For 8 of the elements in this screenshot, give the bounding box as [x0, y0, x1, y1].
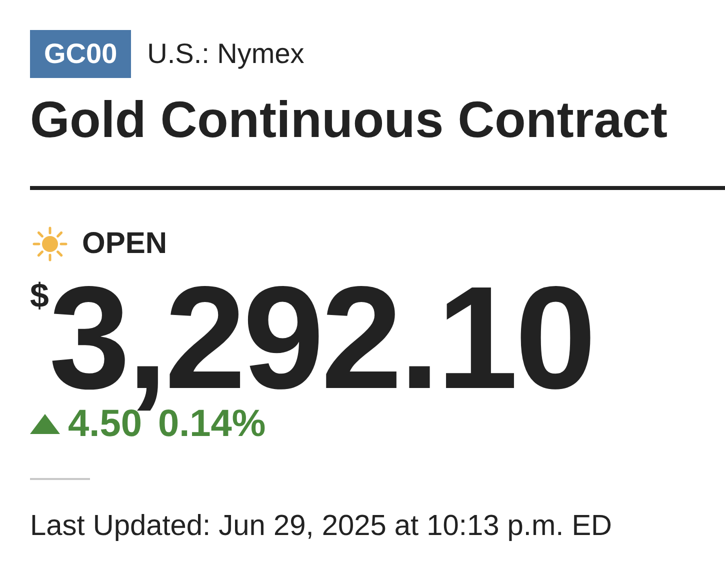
- ticker-badge: GC00: [30, 30, 132, 78]
- market-status: OPEN: [82, 226, 168, 262]
- last-updated: Last Updated: Jun 29, 2025 at 10:13 p.m. ED: [30, 509, 613, 544]
- contract-title: Gold Continuous Contract: [30, 90, 668, 150]
- change-percent: 0.14%: [158, 403, 266, 446]
- sun-icon: [30, 224, 70, 264]
- exchange-label: U.S.: Nymex: [147, 37, 304, 71]
- currency-symbol: $: [30, 276, 49, 316]
